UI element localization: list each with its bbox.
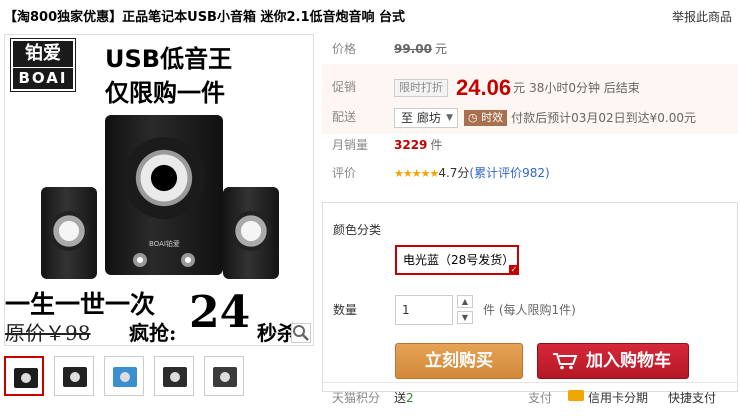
thumbnail-3[interactable] <box>104 356 144 396</box>
star-rating-icon: ★★★★★ <box>394 167 439 180</box>
original-price: 99.00 <box>394 42 432 56</box>
image-slogan: 一生一世一次 <box>5 290 156 319</box>
shipping-time-badge-label: 时效 <box>481 110 504 124</box>
image-crazy-label: 疯抢: <box>129 321 177 345</box>
rating-score: 4.7分 <box>438 166 470 180</box>
price-row: 价格 99.00 元 <box>322 38 738 60</box>
thumbnail-5[interactable] <box>204 356 244 396</box>
quantity-decrease-button[interactable]: ▼ <box>457 311 473 324</box>
brand-logo-en: BOAI <box>13 67 73 88</box>
price-unit: 元 <box>434 42 447 56</box>
tmall-points-value: 2 <box>406 391 414 405</box>
cart-icon <box>553 353 578 370</box>
shipping-estimate: 付款后预计03月02日到达¥0.00元 <box>511 110 697 125</box>
thumbnail-1[interactable] <box>4 356 44 396</box>
footer-services: 天猫积分 送2 支付 信用卡分期 快捷支付 <box>322 382 738 408</box>
delivery-value-wrap: 至 廊坊 ▼ ◷ 时效 付款后预计03月02日到达¥0.00元 <box>394 106 696 129</box>
product-title: 【淘800独家优惠】正品笔记本USB小音箱 迷你2.1低音炮音响 台式 <box>4 10 406 25</box>
left-satellite-speaker <box>41 187 97 279</box>
quantity-input[interactable]: 1 <box>395 295 453 325</box>
buy-now-button[interactable]: 立刻购买 <box>395 343 523 379</box>
monthly-sales-wrap: 3229 件 <box>394 134 442 156</box>
promo-label: 促销 <box>332 80 357 94</box>
right-satellite-speaker <box>223 187 279 279</box>
shipping-time-badge: ◷ 时效 <box>464 109 508 126</box>
payment-label: 支付 <box>528 391 553 405</box>
add-to-cart-button[interactable]: 加入购物车 <box>537 343 689 379</box>
monthly-sales-unit: 件 <box>430 138 443 152</box>
delivery-location-select[interactable]: 至 廊坊 ▼ <box>394 107 458 128</box>
image-headline-1: USB低音王 <box>105 45 233 73</box>
purchase-options: 颜色分类 电光蓝（28号发货） ✓ 数量 1 ▲ ▼ 件 (每人限购1件) 立刻… <box>322 202 738 392</box>
tmall-points-prefix: 送 <box>394 391 407 405</box>
image-big-price: 24 <box>189 287 251 338</box>
image-original-price: 原价￥98 <box>5 321 91 345</box>
monthly-sales-value: 3229 <box>394 138 428 152</box>
woofer-cone <box>123 137 205 219</box>
add-to-cart-label: 加入购物车 <box>586 351 671 371</box>
tmall-points-label: 天猫积分 <box>332 391 381 405</box>
promo-value-wrap: 限时打折 24.06 元 38小时0分钟 后结束 <box>394 74 640 101</box>
image-headline-2: 仅限购一件 <box>105 79 225 107</box>
speaker-brand-tag: BOAI铂爱 <box>149 240 180 248</box>
rating-label: 评价 <box>332 166 357 180</box>
selected-check-icon: ✓ <box>509 265 519 275</box>
delivery-label: 配送 <box>332 110 357 124</box>
promo-countdown: 38小时0分钟 后结束 <box>529 80 640 95</box>
thumbnail-4[interactable] <box>154 356 194 396</box>
volume-knob <box>133 253 147 267</box>
promo-price-unit: 元 <box>513 80 526 95</box>
thumbnail-2[interactable] <box>54 356 94 396</box>
price-value-wrap: 99.00 元 <box>394 38 447 60</box>
clock-icon: ◷ <box>468 110 478 124</box>
color-option-label: 电光蓝（28号发货） <box>403 253 515 267</box>
tmall-points: 送2 <box>394 389 414 406</box>
rating-value-wrap: ★★★★★4.7分(累计评价982) <box>394 162 550 185</box>
zoom-icon[interactable] <box>291 323 311 343</box>
credit-installment-link[interactable]: 信用卡分期 <box>588 389 648 406</box>
delivery-location-value: 至 廊坊 <box>401 110 441 125</box>
credit-card-icon <box>568 390 584 401</box>
quantity-label: 数量 <box>333 303 358 317</box>
quick-pay-link[interactable]: 快捷支付 <box>668 389 716 406</box>
main-product-image[interactable]: 铂爱 BOAI USB低音王 仅限购一件 BOAI铂爱 一生一世一次 原价￥98… <box>4 34 314 346</box>
quantity-increase-button[interactable]: ▲ <box>457 295 473 308</box>
review-count-link[interactable]: (累计评价982) <box>469 166 549 180</box>
monthly-sales-label: 月销量 <box>332 138 369 152</box>
color-option-selected[interactable]: 电光蓝（28号发货） ✓ <box>395 245 519 275</box>
chevron-down-icon: ▼ <box>446 112 453 123</box>
color-category-label: 颜色分类 <box>333 223 382 237</box>
promo-price: 24.06 <box>456 74 512 100</box>
brand-logo-cn: 铂爱 <box>25 43 61 64</box>
price-label: 价格 <box>332 42 357 56</box>
quantity-limit-text: 件 (每人限购1件) <box>483 303 576 317</box>
bass-knob <box>181 253 195 267</box>
limited-discount-badge: 限时打折 <box>394 78 448 97</box>
subwoofer-speaker: BOAI铂爱 <box>105 115 223 275</box>
report-link[interactable]: 举报此商品 <box>672 8 732 25</box>
brand-logo: 铂爱 BOAI <box>10 38 76 92</box>
